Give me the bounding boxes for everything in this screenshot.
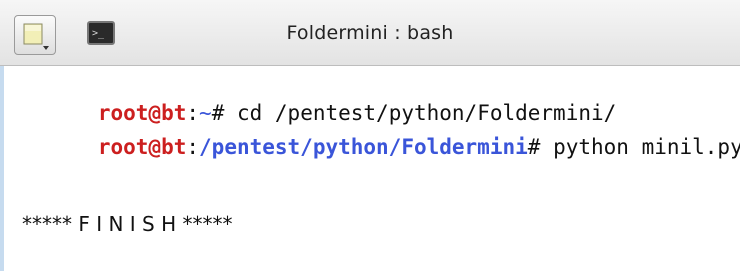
prompt-user: root@bt [97,135,187,159]
title-bar: >_ Foldermini : bash [0,0,740,66]
terminal-output[interactable]: root@bt:~# cd /pentest/python/Foldermini… [0,66,740,271]
prompt-path: /pentest/python/Foldermini [199,135,528,159]
prompt-separator: : [186,135,200,159]
prompt-command: python minil.py [553,135,740,159]
prompt-symbol: # [527,135,554,159]
terminal-window: >_ Foldermini : bash root@bt:~# cd /pent… [0,0,740,271]
program-output: ***** F I N I S H ***** [22,212,233,236]
window-title: Foldermini : bash [286,22,454,44]
terminal-line: root@bt:/pentest/python/Foldermini# pyth… [22,111,740,183]
